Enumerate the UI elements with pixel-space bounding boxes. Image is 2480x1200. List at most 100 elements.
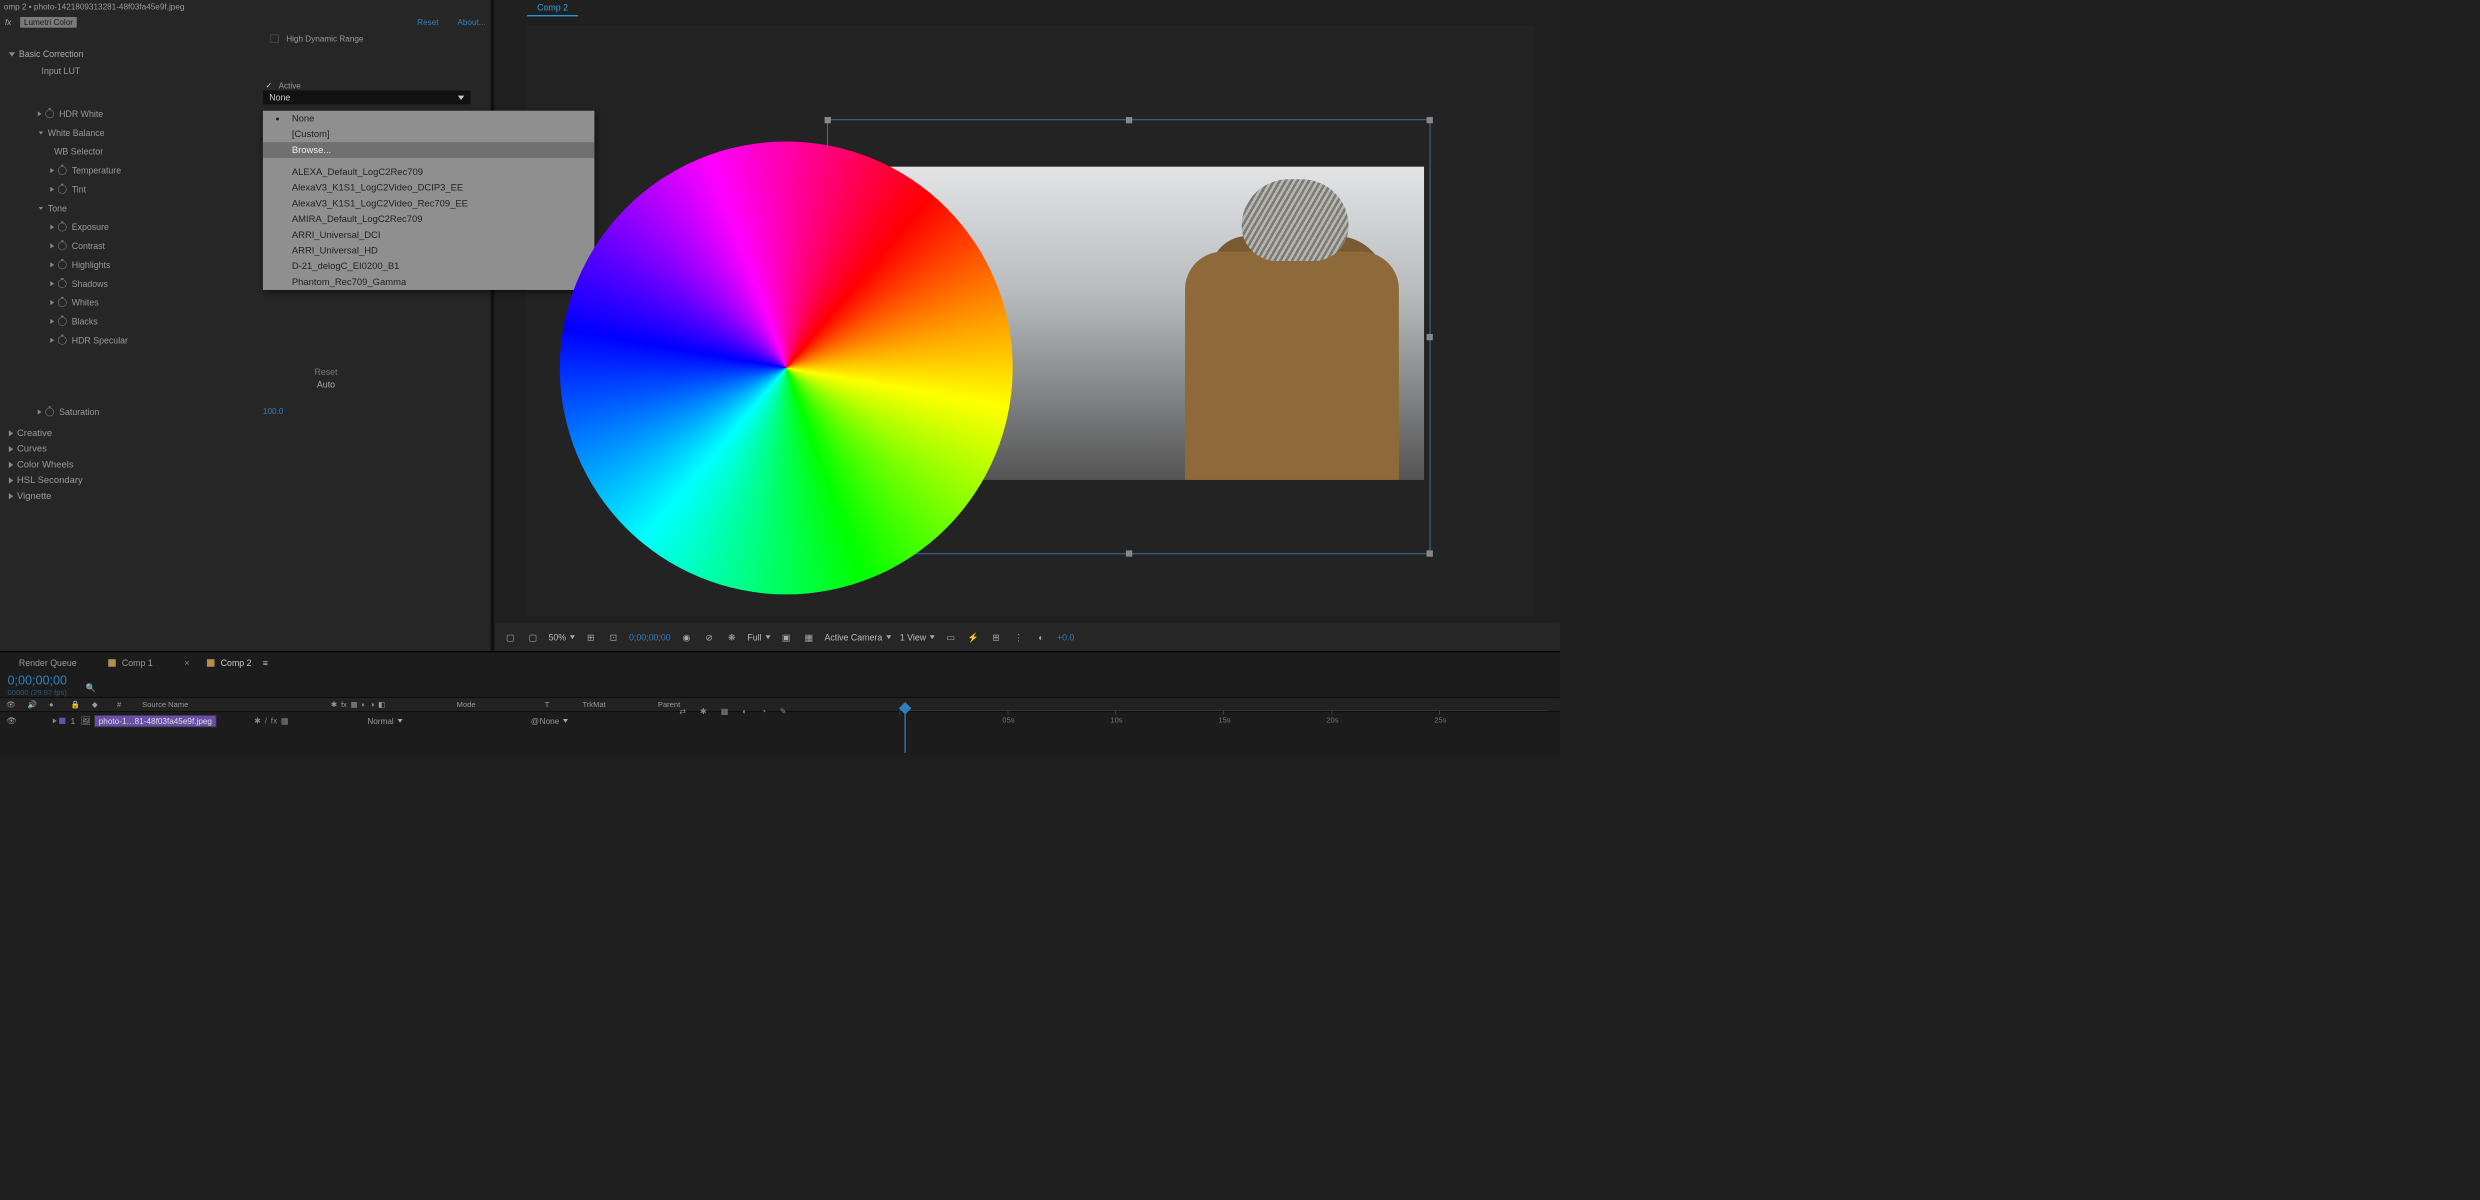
resize-handle[interactable] — [1126, 550, 1132, 556]
stopwatch-icon[interactable] — [58, 185, 67, 194]
lut-option[interactable]: AlexaV3_K1S1_LogC2Video_Rec709_EE — [263, 196, 594, 212]
mode-dropdown[interactable]: Normal — [367, 716, 442, 725]
channel-icon[interactable]: ⊘ — [702, 632, 716, 643]
screen-icon[interactable]: ▢ — [503, 632, 517, 643]
input-lut-dropdown[interactable]: None — [263, 91, 471, 105]
prop-saturation[interactable]: Saturation — [0, 403, 99, 422]
auto-button[interactable]: Auto — [308, 378, 344, 391]
flowchart-icon[interactable]: ⋮ — [1012, 632, 1026, 643]
solo-icon[interactable]: ● — [49, 700, 58, 709]
graph-editor-icon[interactable]: ⇄ — [679, 706, 686, 716]
audio-icon[interactable]: 🔊 — [28, 700, 37, 709]
transparency-icon[interactable]: ▦ — [802, 632, 816, 643]
lut-option[interactable]: AMIRA_Default_LogC2Rec709 — [263, 211, 594, 227]
fast-preview-icon[interactable]: ⚡ — [966, 632, 980, 643]
resize-handle[interactable] — [1427, 550, 1433, 556]
parent-pickwhip-icon[interactable]: @ — [531, 716, 540, 725]
monitor-icon[interactable]: ▢ — [526, 632, 540, 643]
fx-toggle[interactable]: / — [265, 716, 267, 726]
resize-handle[interactable] — [1126, 117, 1132, 123]
about-link[interactable]: About... — [457, 17, 485, 26]
current-timecode[interactable]: 0;00;00;00 — [629, 632, 671, 642]
tab-comp2[interactable]: × Comp 2 ≡ — [178, 654, 274, 672]
roi-icon[interactable]: ▣ — [779, 632, 793, 643]
resize-handle[interactable] — [1427, 117, 1433, 123]
label-icon[interactable]: ◆ — [92, 700, 105, 709]
saturation-value[interactable]: 100.0 — [263, 406, 283, 415]
fx-icon[interactable]: fx — [341, 700, 347, 709]
reset-button[interactable]: Reset — [308, 365, 344, 378]
camera-dropdown[interactable]: Active Camera — [824, 632, 891, 642]
views-dropdown[interactable]: 1 View — [900, 632, 935, 642]
stopwatch-icon[interactable] — [45, 408, 54, 417]
stopwatch-icon[interactable] — [58, 336, 67, 345]
motion-blur-icon[interactable]: ◐ — [742, 706, 747, 716]
tab-comp1[interactable]: Comp 1 — [102, 654, 159, 672]
current-time-indicator[interactable] — [901, 704, 909, 754]
eye-icon[interactable]: 👁 — [6, 700, 15, 709]
resize-handle[interactable] — [1427, 334, 1433, 340]
graph-icon[interactable]: ◔ — [761, 706, 766, 716]
lut-option[interactable]: AlexaV3_K1S1_LogC2Video_DCIP3_EE — [263, 180, 594, 196]
effect-name-badge[interactable]: Lumetri Color — [20, 17, 77, 28]
reset-exposure-icon[interactable]: ◐ — [1034, 632, 1048, 643]
lut-option-custom[interactable]: [Custom] — [263, 126, 594, 142]
motion-blur-icon[interactable]: ◐ — [362, 700, 367, 709]
time-ruler[interactable]: 05s 10s 15s 20s 25s — [899, 710, 1547, 729]
tab-render-queue[interactable]: Render Queue — [13, 654, 83, 672]
active-checkbox[interactable]: ✓ — [265, 81, 272, 91]
stopwatch-icon[interactable] — [58, 242, 67, 251]
timeline-icon[interactable]: ⊞ — [989, 632, 1003, 643]
section-basic-correction[interactable]: Basic Correction — [0, 47, 491, 62]
stopwatch-icon[interactable] — [58, 298, 67, 307]
color-mgmt-icon[interactable]: ❋ — [725, 632, 739, 643]
stopwatch-icon[interactable] — [58, 223, 67, 232]
viewer-tab-comp2[interactable]: Comp 2 — [527, 0, 578, 16]
timeline-timecode[interactable]: 0;00;00;00 — [3, 674, 67, 688]
section-color-wheels[interactable]: Color Wheels — [9, 457, 83, 473]
snapshot-icon[interactable]: ◉ — [679, 632, 693, 643]
stopwatch-icon[interactable] — [58, 279, 67, 288]
3d-icon[interactable]: ◧ — [378, 700, 385, 709]
lock-icon[interactable]: 🔒 — [70, 700, 79, 709]
prop-hdr-specular[interactable]: HDR Specular — [0, 331, 491, 350]
eye-toggle[interactable]: 👁 — [6, 716, 15, 726]
resolution-dropdown[interactable]: Full — [747, 632, 770, 642]
prop-whites[interactable]: Whites — [0, 293, 491, 312]
reset-link[interactable]: Reset — [417, 17, 438, 26]
section-curves[interactable]: Curves — [9, 441, 83, 457]
frame-blend-toggle[interactable]: ▦ — [281, 716, 289, 726]
search-icon[interactable]: 🔍 — [86, 683, 96, 697]
lut-option[interactable]: ARRI_Universal_DCI — [263, 227, 594, 243]
pixel-aspect-icon[interactable]: ▭ — [944, 632, 958, 643]
lut-option[interactable]: Phantom_Rec709_Gamma — [263, 274, 594, 290]
zoom-dropdown[interactable]: 50% — [548, 632, 574, 642]
brainstorm-icon[interactable]: ✎ — [780, 706, 787, 716]
shy-toggle[interactable]: ✱ — [254, 716, 261, 726]
section-hsl-secondary[interactable]: HSL Secondary — [9, 472, 83, 488]
section-vignette[interactable]: Vignette — [9, 488, 83, 504]
frame-blend-icon[interactable]: ▦ — [721, 706, 729, 716]
mask-icon[interactable]: ⊡ — [606, 632, 620, 643]
parent-dropdown[interactable]: None — [540, 716, 615, 725]
lut-option[interactable]: ARRI_Universal_HD — [263, 243, 594, 259]
layer-name[interactable]: photo-1…81-48f03fa45e9f.jpeg — [94, 715, 216, 727]
lut-option-browse[interactable]: Browse... — [263, 142, 594, 158]
stopwatch-icon[interactable] — [58, 260, 67, 269]
adjustment-icon[interactable]: ◑ — [370, 700, 375, 709]
stopwatch-icon[interactable] — [58, 166, 67, 175]
hdr-checkbox[interactable] — [270, 35, 278, 43]
lut-option[interactable]: D-21_delogC_EI0200_B1 — [263, 259, 594, 275]
exposure-value[interactable]: +0.0 — [1057, 632, 1074, 642]
frame-blend-icon[interactable]: ▦ — [351, 700, 358, 709]
fx-badge[interactable]: fx — [271, 716, 277, 726]
resize-handle[interactable] — [825, 117, 831, 123]
shy-toggle-icon[interactable]: ✱ — [700, 706, 707, 716]
stopwatch-icon[interactable] — [58, 317, 67, 326]
shy-icon[interactable]: ✱ — [331, 700, 337, 709]
lut-option[interactable]: ALEXA_Default_LogC2Rec709 — [263, 164, 594, 180]
prop-blacks[interactable]: Blacks — [0, 312, 491, 331]
stopwatch-icon[interactable] — [45, 109, 54, 118]
lut-option-none[interactable]: None — [263, 111, 594, 127]
grid-icon[interactable]: ⊞ — [584, 632, 598, 643]
